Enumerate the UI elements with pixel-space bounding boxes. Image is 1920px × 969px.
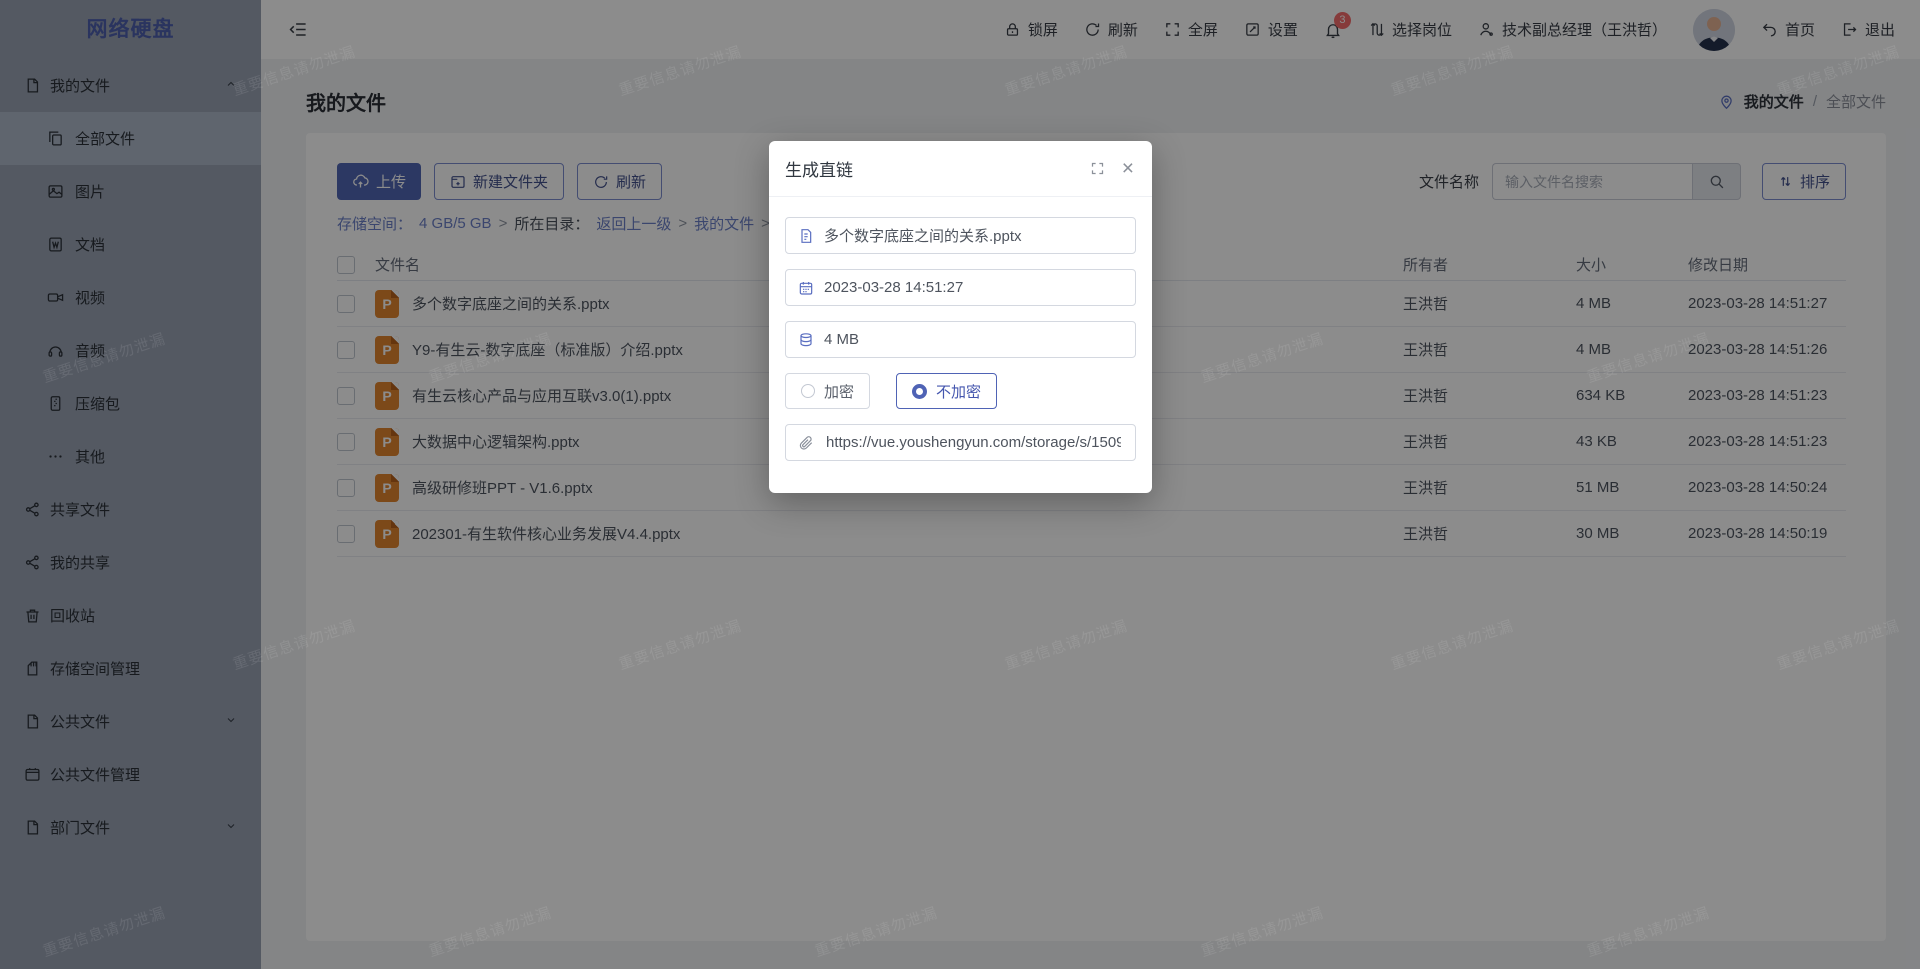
- no-encrypt-option-label: 不加密: [936, 381, 981, 402]
- modal-size-field: 4 MB: [785, 321, 1136, 358]
- database-icon: [798, 332, 814, 348]
- direct-link-input[interactable]: [824, 433, 1123, 452]
- paperclip-icon: [798, 435, 814, 451]
- encrypt-option[interactable]: 加密: [785, 373, 870, 409]
- radio-unselected-icon: [801, 384, 815, 398]
- generate-link-modal: 生成直链 × 多个数字底座之间的关系.pptx 2023-03-28 14:51…: [769, 141, 1152, 493]
- no-encrypt-option[interactable]: 不加密: [896, 373, 997, 409]
- modal-link-field: [785, 424, 1136, 461]
- modal-close-icon[interactable]: ×: [1122, 158, 1134, 179]
- modal-file-name-field: 多个数字底座之间的关系.pptx: [785, 217, 1136, 254]
- calendar-icon: [798, 280, 814, 296]
- modal-title: 生成直链: [785, 156, 853, 181]
- modal-modified-date: 2023-03-28 14:51:27: [824, 279, 963, 296]
- modal-file-name: 多个数字底座之间的关系.pptx: [824, 225, 1022, 246]
- encrypt-option-label: 加密: [824, 381, 854, 402]
- modal-file-size: 4 MB: [824, 331, 859, 348]
- radio-selected-icon: [912, 384, 927, 399]
- document-icon: [798, 228, 814, 244]
- modal-fullscreen-icon[interactable]: [1090, 161, 1105, 176]
- encrypt-radio-group: 加密 不加密: [785, 373, 1136, 409]
- modal-modified-field: 2023-03-28 14:51:27: [785, 269, 1136, 306]
